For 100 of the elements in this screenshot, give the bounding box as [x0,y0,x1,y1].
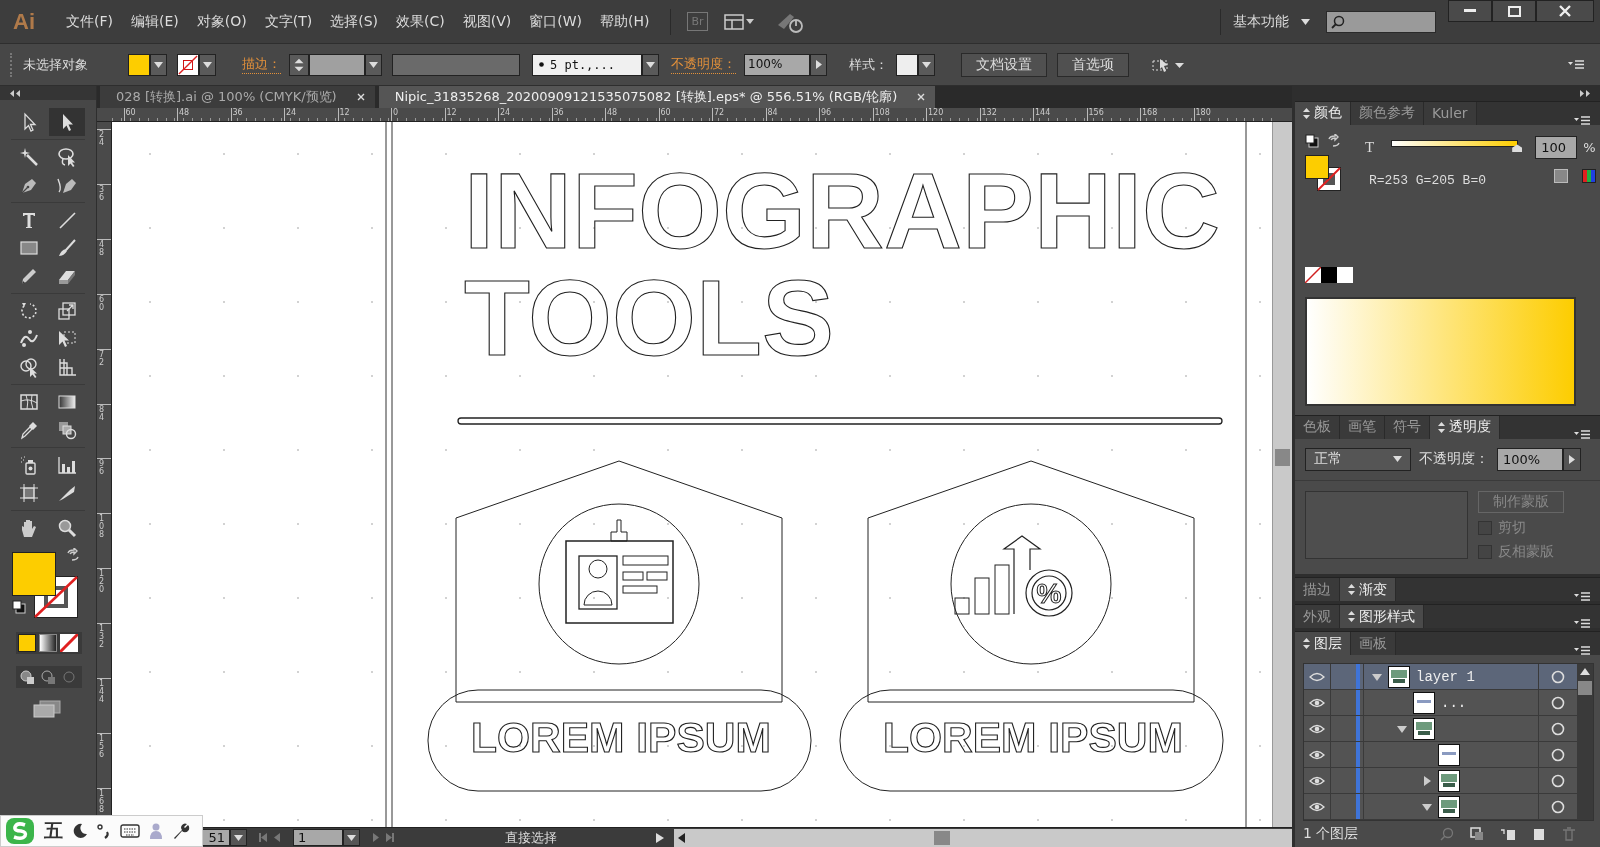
opacity-field[interactable]: 100% [744,53,810,76]
panel-tab[interactable]: 画板 [1351,632,1396,655]
panel-tab[interactable]: 外观 [1295,605,1340,628]
moon-icon[interactable] [72,823,88,839]
scroll-left-icon[interactable] [678,832,685,843]
clipping-mask-icon[interactable] [1470,827,1484,841]
dropdown-caret-icon[interactable] [1393,456,1402,463]
arrange-documents-icon[interactable] [723,13,754,30]
eye-icon[interactable] [1309,671,1325,682]
menu-item[interactable]: 帮助(H) [591,12,659,31]
toolbar-button[interactable]: 文档设置 [961,52,1047,77]
target-icon[interactable] [1551,799,1565,814]
next-page-icon[interactable] [372,833,380,842]
menu-item[interactable]: 选择(S) [321,12,387,31]
dropdown-button[interactable] [150,53,167,76]
draw-behind-icon[interactable] [39,668,57,686]
swap-icon[interactable] [66,548,80,562]
gradient-mode-button[interactable] [39,634,57,652]
stepper-icon[interactable] [289,53,309,76]
dropdown-caret-icon[interactable] [347,834,356,841]
new-sublayer-icon[interactable] [1500,827,1516,841]
page-field[interactable]: 1 [293,829,343,846]
dropdown-caret-icon[interactable] [369,61,378,68]
close-icon[interactable] [917,93,926,101]
panel-tab[interactable]: 渐变 [1340,578,1396,602]
fill-stroke-mini-icon[interactable] [1305,133,1319,148]
dropdown-button[interactable] [343,829,360,846]
target-icon[interactable] [1551,695,1565,710]
dropdown-button[interactable] [230,829,247,846]
last-page-icon[interactable] [386,833,394,842]
menu-item[interactable]: 视图(V) [453,12,521,31]
menu-item[interactable]: 效果(C) [387,12,454,31]
first-page-icon[interactable] [259,833,267,842]
color-swatch[interactable] [1321,266,1337,283]
layer-row[interactable] [1304,716,1577,742]
panel-tab[interactable]: Kuler [1424,101,1477,125]
menu-item[interactable]: 对象(O) [187,12,256,31]
panel-tab[interactable]: 图层 [1295,632,1351,655]
tool-button[interactable] [49,108,85,136]
expanded-triangle-icon[interactable] [1422,801,1432,812]
dropdown-caret-icon[interactable] [154,61,163,68]
scrollbar-thumb[interactable] [934,830,950,845]
eye-icon[interactable] [1309,723,1325,734]
panel-tab[interactable]: 颜色参考 [1351,101,1424,125]
target-icon[interactable] [1551,773,1565,788]
document-tab[interactable]: Nipic_31835268_20200909121535075082 [转换].eps* @ 556.51% (RGB/轮廓) [378,86,936,108]
screen-mode-icon[interactable] [32,700,62,718]
swap-icon[interactable] [1327,133,1341,148]
opacity-field[interactable]: 100% [1497,447,1563,471]
panel-tab[interactable]: 描边 [1295,578,1340,602]
dropdown-button[interactable] [365,53,382,76]
dropdown-caret-icon[interactable] [1301,18,1310,25]
menu-item[interactable]: 窗口(W) [520,12,591,31]
close-button[interactable] [1536,0,1594,22]
layers-scrollbar[interactable] [1577,664,1593,820]
fill-color-swatch[interactable] [12,552,56,596]
scroll-up-icon[interactable] [1580,668,1590,675]
layer-row[interactable]: ... [1304,690,1577,716]
target-icon[interactable] [1551,669,1565,684]
close-icon[interactable] [356,93,365,101]
layer-row[interactable] [1304,768,1577,794]
arrow-button[interactable] [810,53,827,76]
stroke-label[interactable]: 描边： [242,55,281,74]
collapsed-triangle-icon[interactable] [1422,775,1432,786]
panel-tab[interactable]: 色板 [1295,415,1340,439]
play-icon[interactable] [656,832,664,843]
target-icon[interactable] [1551,747,1565,762]
search-field[interactable] [1326,10,1436,33]
workspace-switcher[interactable]: 基本功能 [1233,12,1289,31]
eye-icon[interactable] [1309,775,1325,786]
panel-menu-icon[interactable] [1574,429,1590,439]
fill-color-swatch[interactable] [1305,154,1329,179]
opacity-label[interactable]: 不透明度： [671,55,736,74]
transform-icon[interactable] [1151,56,1185,73]
style-swatch[interactable] [896,53,918,76]
layer-row[interactable] [1304,794,1577,820]
none-swatch[interactable] [1305,266,1321,283]
expanded-triangle-icon[interactable] [1372,671,1382,682]
expand-panels-icon[interactable] [1580,89,1590,97]
dropdown-caret-icon[interactable] [646,61,655,68]
brush-field[interactable]: 5 pt.,... [532,53,642,76]
grayscale-icon[interactable] [1553,169,1568,184]
color-swatch[interactable] [1337,266,1353,283]
dropdown-caret-icon[interactable] [234,834,243,841]
dropdown-caret-icon[interactable] [203,61,212,68]
blend-mode-dropdown[interactable]: 正常 [1305,447,1411,471]
panel-menu-icon[interactable] [1574,115,1590,125]
input-mode[interactable]: 五 [44,818,63,844]
panel-menu-icon[interactable] [1574,619,1590,628]
rgb-icon[interactable] [1581,169,1596,184]
ime-logo-icon[interactable] [5,817,35,845]
toolbar-button[interactable]: 首选项 [1057,52,1129,77]
collapse-icon[interactable] [10,89,20,97]
arrow-button[interactable] [1563,447,1581,471]
color-mode-button[interactable] [18,634,36,652]
wrench-icon[interactable] [172,822,190,840]
variable-width-field[interactable] [392,53,520,76]
panel-tab[interactable]: 透明度 [1430,415,1500,439]
panel-menu-icon[interactable] [1568,60,1584,69]
stroke-weight-field[interactable] [309,53,365,76]
